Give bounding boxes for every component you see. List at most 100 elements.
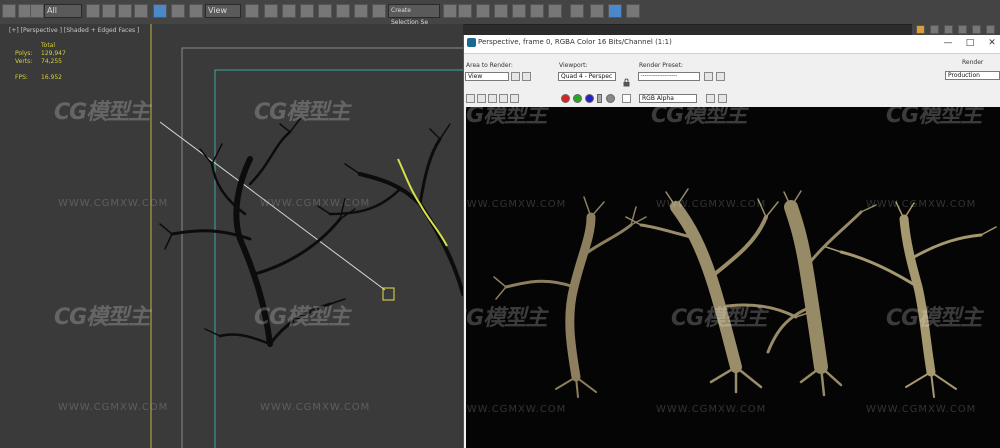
clear-icon[interactable] (510, 94, 519, 103)
select-manipulate-icon[interactable] (264, 4, 278, 18)
curve-editor-icon[interactable] (530, 4, 544, 18)
rendered-frame-window: Perspective, frame 0, RGBA Color 16 Bits… (463, 35, 1000, 448)
environment-effects-icon[interactable] (716, 72, 725, 81)
zoom-all-icon[interactable] (944, 25, 953, 34)
render-preset-label: Render Preset: (639, 62, 683, 69)
select-object-icon[interactable] (86, 4, 100, 18)
pivot-center-icon[interactable] (245, 4, 259, 18)
safe-frame-outer (150, 24, 152, 448)
rendered-tree-3 (766, 190, 877, 397)
toggle-ribbon-icon[interactable] (512, 4, 526, 18)
wireframe-tree-right[interactable] (317, 123, 463, 296)
zoom-icon[interactable] (930, 25, 939, 34)
watermark-logo: CG模型主 (886, 306, 982, 331)
edit-named-selection-icon[interactable] (372, 4, 386, 18)
rendered-tree-2 (625, 188, 812, 394)
align-icon[interactable] (458, 4, 472, 18)
edit-region-icon[interactable] (511, 72, 520, 81)
watermark-logo: CG模型主 (54, 100, 150, 125)
rendered-frame-window-icon[interactable] (608, 4, 622, 18)
pan-icon[interactable] (972, 25, 981, 34)
toggle-ui-icon[interactable] (718, 94, 727, 103)
channel-display-dropdown[interactable]: RGB Alpha (639, 94, 697, 103)
mirror-icon[interactable] (443, 4, 457, 18)
watermark-url: WWW.CGMXW.COM (866, 404, 977, 415)
blue-channel-icon[interactable] (585, 94, 594, 103)
orbit-icon[interactable] (958, 25, 967, 34)
render-view-icon[interactable] (916, 25, 925, 34)
watermark-url: WWW.CGMXW.COM (58, 402, 169, 413)
auto-region-icon[interactable] (522, 72, 531, 81)
select-scale-icon[interactable] (189, 4, 203, 18)
safe-frame-inner (214, 69, 463, 448)
viewport-nav-strip (912, 24, 1000, 35)
perspective-viewport[interactable]: [+] [Perspective ] [Shaded + Edged Faces… (0, 24, 463, 448)
watermark-url: WWW.CGMXW.COM (58, 198, 169, 209)
maximize-viewport-icon[interactable] (986, 25, 995, 34)
schematic-view-icon[interactable] (548, 4, 562, 18)
viewport-scene (150, 24, 463, 448)
close-icon[interactable]: ✕ (986, 37, 998, 49)
frame-window-titlebar[interactable]: Perspective, frame 0, RGBA Color 16 Bits… (464, 35, 1000, 54)
watermark-url: WWW.CGMXW.COM (260, 402, 371, 413)
rendered-tree-1 (493, 196, 647, 398)
main-toolbar: All View Create Selection Se (0, 0, 1000, 26)
toggle-scene-explorer-icon[interactable] (494, 4, 508, 18)
frame-window-title: Perspective, frame 0, RGBA Color 16 Bits… (478, 38, 672, 46)
angle-snap-icon[interactable] (318, 4, 332, 18)
render-setup-icon[interactable] (590, 4, 604, 18)
link-icon[interactable] (30, 4, 44, 18)
render-output: CG模型主 CG模型主 CG模型主 WWW.CGMXW.COM WWW.CGMX… (466, 107, 1000, 448)
copy-image-icon[interactable] (477, 94, 486, 103)
clone-window-icon[interactable] (488, 94, 497, 103)
render-setup-icon[interactable] (704, 72, 713, 81)
area-to-render-dropdown[interactable]: View (465, 72, 509, 81)
render-preset-dropdown[interactable]: -------------------- (638, 72, 700, 81)
viewport-dropdown[interactable]: Quad 4 - Perspec (558, 72, 616, 81)
named-selection-dropdown[interactable]: Create Selection Se (388, 4, 440, 26)
render-production-icon[interactable] (626, 4, 640, 18)
rectangular-selection-icon[interactable] (118, 4, 132, 18)
toggle-ui-overlay-icon[interactable] (706, 94, 715, 103)
watermark-logo: CG模型主 (671, 306, 767, 331)
watermark-logo: CG模型主 (254, 305, 350, 330)
percent-snap-icon[interactable] (336, 4, 350, 18)
material-editor-icon[interactable] (570, 4, 584, 18)
watermark-url: WWW.CGMXW.COM (466, 404, 567, 415)
watermark-logo: CG模型主 (466, 306, 547, 331)
keyboard-shortcut-icon[interactable] (282, 4, 296, 18)
viewport-label-text: Viewport: (559, 62, 588, 69)
maximize-icon[interactable]: □ (964, 37, 976, 49)
render-label: Render (962, 59, 984, 66)
undo-icon[interactable] (2, 4, 16, 18)
reference-coordinate-dropdown[interactable]: View (205, 4, 241, 18)
watermark-logo: CG模型主 (466, 107, 547, 128)
select-move-icon[interactable] (153, 4, 167, 18)
spinner-snap-icon[interactable] (354, 4, 368, 18)
watermark-url: WWW.CGMXW.COM (866, 199, 977, 210)
frame-window-controls: Area to Render: View Viewport: Quad 4 - … (464, 54, 1000, 90)
select-by-name-icon[interactable] (102, 4, 116, 18)
red-channel-icon[interactable] (561, 94, 570, 103)
layer-manager-icon[interactable] (476, 4, 490, 18)
monochrome-icon[interactable] (606, 94, 615, 103)
snaps-toggle-icon[interactable] (300, 4, 314, 18)
watermark-url: WWW.CGMXW.COM (656, 404, 767, 415)
watermark-url: WWW.CGMXW.COM (260, 198, 371, 209)
app-icon (467, 38, 476, 47)
render-mode-dropdown[interactable]: Production (945, 71, 1000, 80)
watermark-logo: CG模型主 (886, 107, 982, 128)
selected-branch-highlight (397, 158, 448, 247)
print-image-icon[interactable] (499, 94, 508, 103)
green-channel-icon[interactable] (573, 94, 582, 103)
select-rotate-icon[interactable] (171, 4, 185, 18)
lock-icon[interactable] (622, 72, 631, 87)
background-color-swatch[interactable] (622, 94, 631, 103)
alpha-channel-icon[interactable] (597, 94, 602, 103)
minimize-icon[interactable]: — (942, 37, 954, 49)
selection-filter-dropdown[interactable]: All (44, 4, 82, 18)
window-crossing-icon[interactable] (134, 4, 148, 18)
area-to-render-label: Area to Render: (466, 62, 513, 69)
save-image-icon[interactable] (466, 94, 475, 103)
rendered-trees (493, 188, 997, 398)
